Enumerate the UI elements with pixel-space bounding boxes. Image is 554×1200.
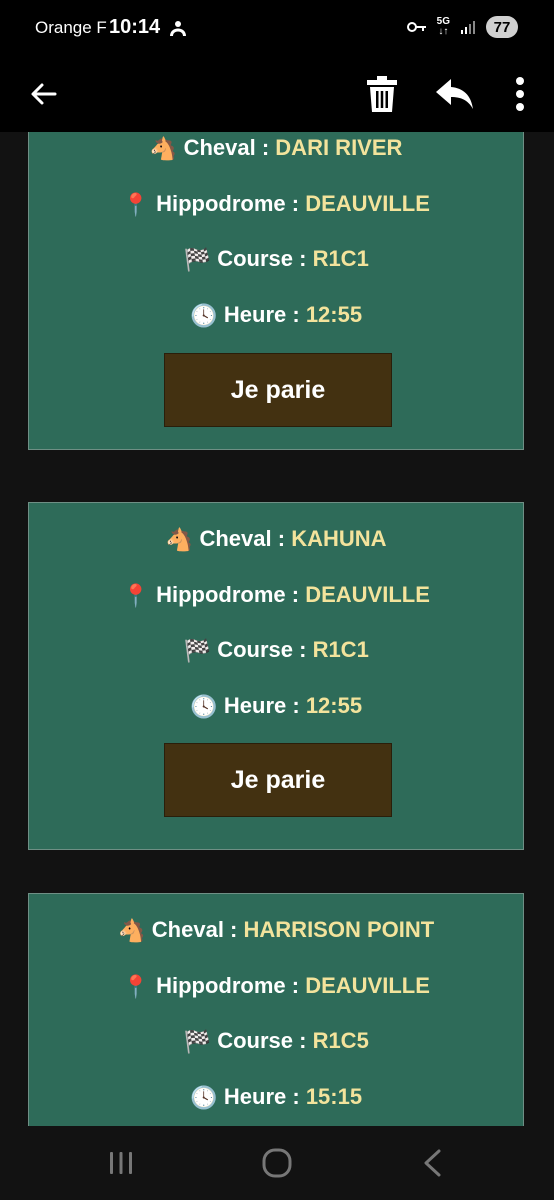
delete-button[interactable] — [354, 66, 410, 122]
horse-icon: 🐴 — [149, 136, 178, 162]
track-name: DEAUVILLE — [305, 582, 430, 607]
horse-name: HARRISON POINT — [243, 917, 435, 942]
time-label: Heure : — [223, 1084, 300, 1109]
home-icon — [262, 1148, 292, 1178]
pin-icon: 📍 — [122, 583, 150, 609]
race-code: R1C1 — [312, 246, 369, 271]
time-row: 🕓 Heure : 12:55 — [29, 693, 523, 720]
signal-icon — [461, 21, 475, 34]
pin-icon: 📍 — [122, 192, 150, 218]
track-name: DEAUVILLE — [305, 191, 430, 216]
track-row: 📍 Hippodrome : DEAUVILLE — [29, 191, 523, 218]
track-label: Hippodrome : — [156, 973, 300, 998]
track-label: Hippodrome : — [156, 191, 300, 216]
bet-button[interactable]: Je parie — [164, 353, 392, 427]
time-label: Heure : — [223, 302, 300, 327]
pin-icon: 📍 — [122, 974, 150, 1000]
time-label: Heure : — [223, 693, 300, 718]
horse-row: 🐴 Cheval : HARRISON POINT — [29, 917, 523, 944]
home-button[interactable] — [257, 1146, 297, 1180]
track-name: DEAUVILLE — [305, 973, 430, 998]
race-label: Course : — [217, 1028, 307, 1053]
horse-name: KAHUNA — [291, 526, 387, 551]
time-row: 🕓 Heure : 12:55 — [29, 302, 523, 329]
horse-label: Cheval : — [183, 135, 270, 160]
checkered-flag-icon: 🏁 — [183, 1029, 211, 1055]
race-row: 🏁 Course : R1C5 — [29, 1028, 523, 1055]
bet-card: 🐴 Cheval : KAHUNA 📍 Hippodrome : DEAUVILLE… — [28, 502, 524, 850]
bet-card: 🐴 Cheval : HARRISON POINT 📍 Hippodrome : D… — [28, 893, 524, 1126]
clock-icon: 🕓 — [190, 694, 218, 720]
race-code: R1C5 — [312, 1028, 369, 1053]
horse-label: Cheval : — [151, 917, 238, 942]
race-row: 🏁 Course : R1C1 — [29, 637, 523, 664]
trash-icon — [367, 76, 397, 112]
track-row: 📍 Hippodrome : DEAUVILLE — [29, 973, 523, 1000]
track-row: 📍 Hippodrome : DEAUVILLE — [29, 582, 523, 609]
status-bar: Orange F 10:14 5G ↓↑ 77 — [0, 0, 554, 56]
horse-row: 🐴 Cheval : DARI RIVER — [29, 135, 523, 162]
clock-icon: 🕓 — [190, 303, 218, 329]
race-row: 🏁 Course : R1C1 — [29, 246, 523, 273]
horse-row: 🐴 Cheval : KAHUNA — [29, 526, 523, 553]
recent-apps-icon — [110, 1152, 132, 1174]
chevron-left-icon — [424, 1149, 441, 1177]
recent-apps-button[interactable] — [101, 1146, 141, 1180]
bet-button[interactable]: Je parie — [164, 743, 392, 817]
status-time: 10:14 — [109, 16, 161, 38]
race-label: Course : — [217, 246, 307, 271]
horse-label: Cheval : — [199, 526, 286, 551]
time-row: 🕓 Heure : 15:15 — [29, 1084, 523, 1111]
horse-icon: 🐴 — [118, 918, 146, 944]
checkered-flag-icon: 🏁 — [183, 247, 211, 273]
battery-level: 77 — [486, 16, 518, 38]
bets-list[interactable]: 🐴 Cheval : DARI RIVER 📍 Hippodrome : DEAUV… — [0, 132, 554, 1126]
back-button[interactable] — [15, 66, 71, 122]
app-notification-icon — [170, 21, 186, 36]
checkered-flag-icon: 🏁 — [183, 638, 211, 664]
more-vert-icon — [516, 77, 524, 111]
system-nav-bar — [0, 1126, 554, 1200]
more-options-button[interactable] — [492, 66, 548, 122]
clock-icon: 🕓 — [190, 1085, 218, 1111]
race-time: 12:55 — [305, 693, 363, 718]
system-back-button[interactable] — [412, 1146, 452, 1180]
bet-card: 🐴 Cheval : DARI RIVER 📍 Hippodrome : DEAUV… — [28, 132, 524, 450]
carrier-name: Orange F — [35, 18, 107, 37]
race-label: Course : — [217, 637, 307, 662]
reply-icon — [436, 79, 473, 109]
race-time: 12:55 — [305, 302, 363, 327]
vpn-key-icon — [406, 22, 426, 32]
horse-icon: 🐴 — [165, 527, 194, 553]
back-arrow-icon — [31, 83, 57, 105]
app-bar — [0, 56, 554, 132]
track-label: Hippodrome : — [156, 582, 300, 607]
reply-button[interactable] — [427, 66, 483, 122]
race-code: R1C1 — [312, 637, 369, 662]
horse-name: DARI RIVER — [275, 135, 403, 160]
race-time: 15:15 — [305, 1084, 363, 1109]
network-type: 5G ↓↑ — [436, 16, 450, 37]
